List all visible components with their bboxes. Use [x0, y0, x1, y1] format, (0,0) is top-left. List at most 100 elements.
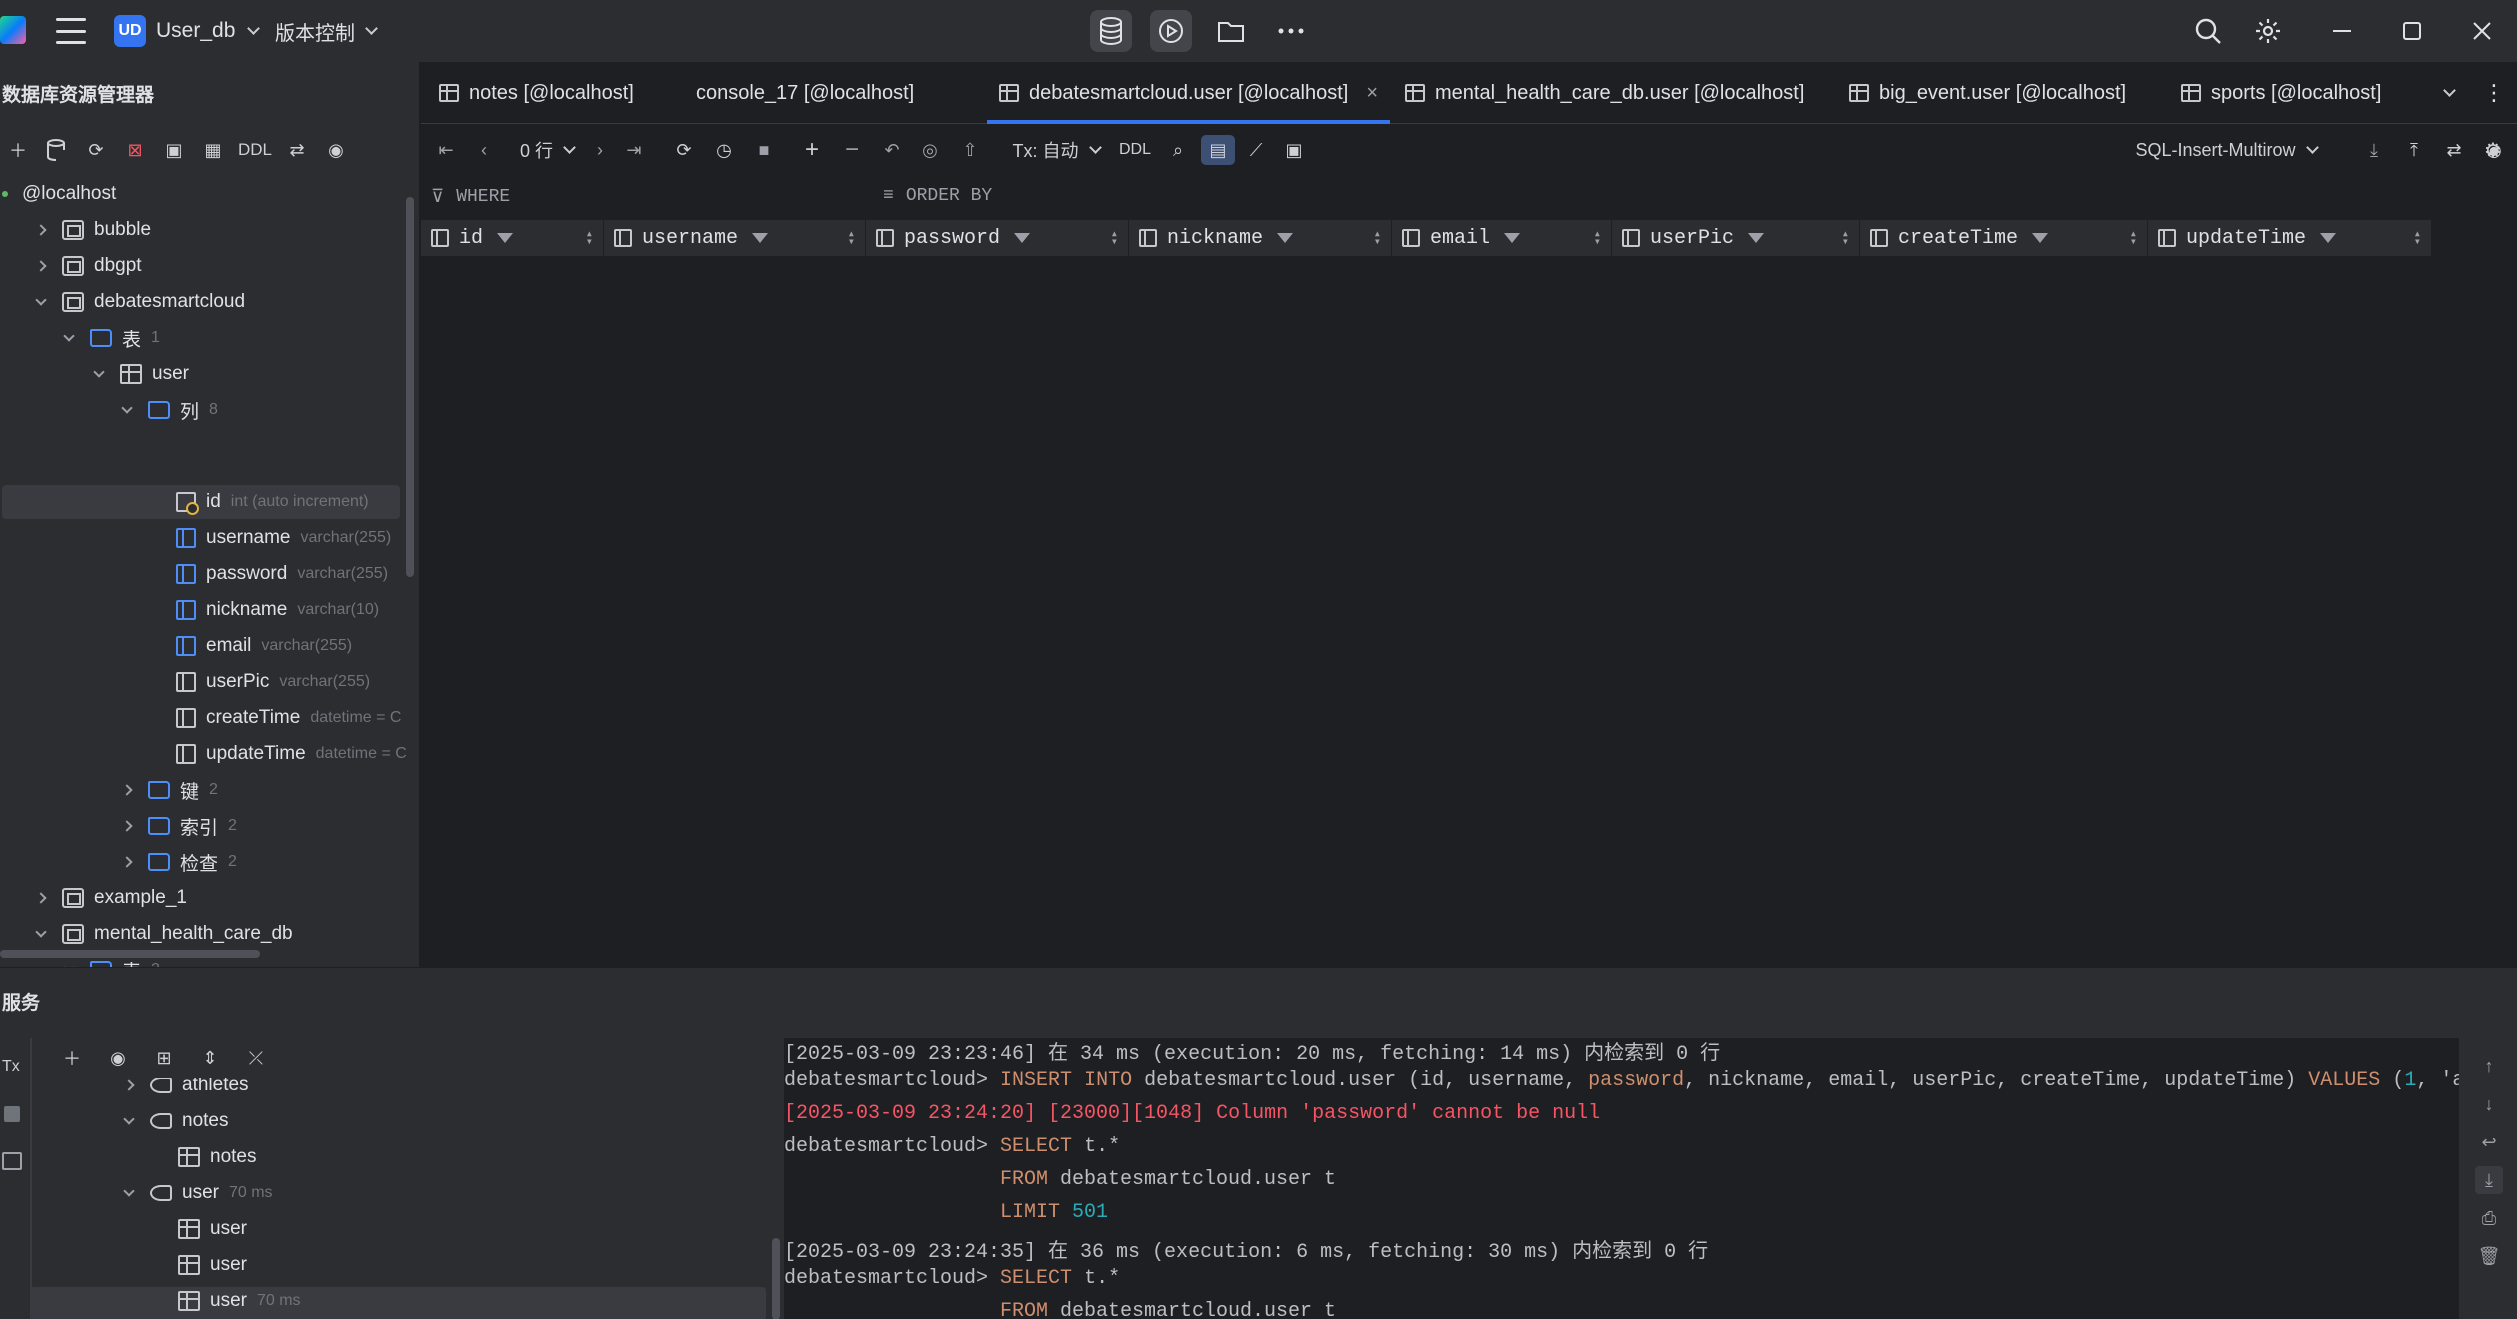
transaction-icon[interactable]: Tx [2, 1058, 20, 1076]
column-header-id[interactable]: id ▴ ▾ [421, 220, 604, 256]
services-tree-scrollbar[interactable] [772, 1238, 780, 1319]
column-header-updatetime[interactable]: updateTime ▴ ▾ [2148, 220, 2432, 256]
vcs-menu[interactable]: 版本控制 [275, 14, 378, 48]
sort-icon[interactable]: ▴ ▾ [1374, 228, 1381, 248]
database-tool-button[interactable] [1090, 10, 1132, 52]
ddl-button[interactable]: DDL [1115, 135, 1155, 165]
service-item-user-1[interactable]: user [178, 1212, 247, 1246]
refresh-icon[interactable]: ⟳ [82, 136, 110, 164]
sort-icon[interactable]: ▴ ▾ [1111, 228, 1118, 248]
tree-item-column-email[interactable]: email varchar(255) [176, 629, 352, 663]
filter-icon[interactable] [1277, 233, 1294, 243]
revert-icon[interactable]: ↶ [877, 135, 907, 165]
tab-options-menu[interactable]: ⋮ [2483, 62, 2505, 124]
tree-item-columns-folder[interactable]: 列 8 [120, 393, 218, 427]
tab-big-event-user[interactable]: big_event.user [@localhost] [1849, 62, 2126, 124]
tree-item-keys-folder[interactable]: 键 2 [120, 773, 218, 807]
record-view-icon[interactable]: ▣ [1279, 135, 1309, 165]
download-icon[interactable]: ⤓ [2359, 135, 2389, 165]
delete-row-icon[interactable]: − [837, 135, 867, 165]
service-item-user-session[interactable]: user 70 ms [122, 1176, 273, 1210]
tree-item-column-updatetime[interactable]: updateTime datetime = C [176, 737, 420, 771]
add-icon[interactable]: ＋ [4, 136, 32, 164]
preview-changes-icon[interactable]: ◎ [915, 135, 945, 165]
upload-icon[interactable]: ⤒ [2399, 135, 2429, 165]
column-header-userpic[interactable]: userPic ▴ ▾ [1612, 220, 1860, 256]
jump-to-icon[interactable]: ⇄ [283, 136, 311, 164]
tree-item-tables-folder[interactable]: 表 1 [62, 321, 160, 355]
tree-item-column-username[interactable]: username varchar(255) [176, 521, 391, 555]
console-icon[interactable]: ▣ [160, 136, 188, 164]
tab-notes[interactable]: notes [@localhost] [439, 62, 634, 124]
eye-icon[interactable]: ◉ [322, 136, 350, 164]
stop-icon[interactable]: ■ [749, 135, 779, 165]
compare-icon[interactable]: ⇄ [2439, 135, 2469, 165]
close-window-button[interactable] [2447, 0, 2517, 62]
next-page-icon[interactable]: › [587, 135, 613, 165]
filter-icon[interactable] [1504, 233, 1521, 243]
service-item-notes-session[interactable]: notes [122, 1104, 228, 1138]
table-icon[interactable]: ▦ [199, 136, 227, 164]
filter-icon[interactable] [497, 233, 514, 243]
soft-wrap-icon[interactable]: ↩ [2475, 1128, 2503, 1156]
explorer-vertical-scrollbar[interactable] [406, 197, 414, 577]
tree-item-column-userpic[interactable]: userPic varchar(255) [176, 665, 370, 699]
tree-item-column-nickname[interactable]: nickname varchar(10) [176, 593, 379, 627]
eye-icon[interactable]: ◉ [104, 1044, 132, 1072]
chart-icon[interactable]: ⟋ [1241, 135, 1271, 165]
tab-mental-health-care-db-user[interactable]: mental_health_care_db.user [@localhost] [1405, 62, 1804, 124]
maximize-button[interactable] [2377, 0, 2447, 62]
submit-icon[interactable]: ⇧ [955, 135, 985, 165]
print-icon[interactable]: ⎙ [2475, 1204, 2503, 1232]
tree-item-index-folder[interactable]: 索引 2 [120, 809, 237, 843]
sort-icon[interactable]: ▴ ▾ [1842, 228, 1849, 248]
where-filter[interactable]: ⊽ WHERE [431, 186, 510, 208]
tree-item-debatesmartcloud[interactable]: debatesmartcloud [34, 285, 245, 319]
add-row-icon[interactable]: + [797, 135, 827, 165]
tree-item-checks-folder[interactable]: 检查 2 [120, 845, 237, 879]
service-item-user-2[interactable]: user [178, 1248, 247, 1282]
settings-button[interactable] [2247, 10, 2289, 52]
arrow-down-icon[interactable]: ↓ [2475, 1090, 2503, 1118]
disconnect-icon[interactable]: ⊠ [121, 136, 149, 164]
first-page-icon[interactable]: ⇤ [433, 135, 459, 165]
ddl-button[interactable]: DDL [238, 140, 272, 160]
export-format-selector[interactable]: SQL-Insert-Multirow [2111, 135, 2341, 165]
tree-item-column-id[interactable]: id int (auto increment) [176, 485, 369, 519]
sort-icon[interactable]: ▴ ▾ [586, 228, 593, 248]
new-group-icon[interactable]: ⊞ [150, 1044, 178, 1072]
layout-icon[interactable] [2, 1152, 22, 1170]
explorer-horizontal-scrollbar[interactable] [0, 950, 260, 958]
row-count-selector[interactable]: 0 行 [517, 135, 577, 165]
column-header-password[interactable]: password ▴ ▾ [866, 220, 1129, 256]
tab-console-17[interactable]: ⌇ console_17 [@localhost] [696, 62, 1489, 155]
transaction-mode-selector[interactable]: Tx: 自动 [1011, 135, 1102, 165]
datasource-properties-icon[interactable] [43, 136, 71, 164]
main-menu-icon[interactable] [56, 18, 86, 44]
sort-icon[interactable]: ▴ ▾ [2130, 228, 2137, 248]
service-item-user-3[interactable]: user 70 ms [178, 1284, 301, 1318]
grid-view-icon[interactable]: ▤ [1201, 135, 1235, 165]
sort-icon[interactable]: ▴ ▾ [1594, 228, 1601, 248]
service-item-notes-table[interactable]: notes [178, 1140, 256, 1174]
filter-icon[interactable] [2320, 233, 2337, 243]
more-button[interactable] [1270, 10, 1312, 52]
column-header-username[interactable]: username ▴ ▾ [604, 220, 866, 256]
previous-page-icon[interactable]: ‹ [471, 135, 497, 165]
filter-icon[interactable] [1748, 233, 1765, 243]
tab-list-dropdown[interactable] [2441, 62, 2456, 124]
sort-icon[interactable]: ▴ ▾ [848, 228, 855, 248]
column-header-email[interactable]: email ▴ ▾ [1392, 220, 1612, 256]
services-tool-button[interactable] [1150, 10, 1192, 52]
tree-item-user-table[interactable]: user [92, 357, 189, 391]
service-item-athletes[interactable]: athletes [122, 1078, 249, 1102]
stop-icon[interactable] [4, 1106, 20, 1122]
project-selector[interactable]: UD User_db [114, 14, 261, 48]
tab-debatesmartcloud-user[interactable]: debatesmartcloud.user [@localhost] × [986, 62, 1391, 124]
scroll-to-end-icon[interactable]: ⤓ [2475, 1166, 2503, 1194]
tree-item-mental-health-care-db[interactable]: mental_health_care_db [34, 917, 293, 951]
expand-all-icon[interactable]: ⇕ [196, 1044, 224, 1072]
tree-item-column-createtime[interactable]: createTime datetime = C [176, 701, 420, 735]
search-button[interactable] [2187, 10, 2229, 52]
filter-icon[interactable] [752, 233, 769, 243]
